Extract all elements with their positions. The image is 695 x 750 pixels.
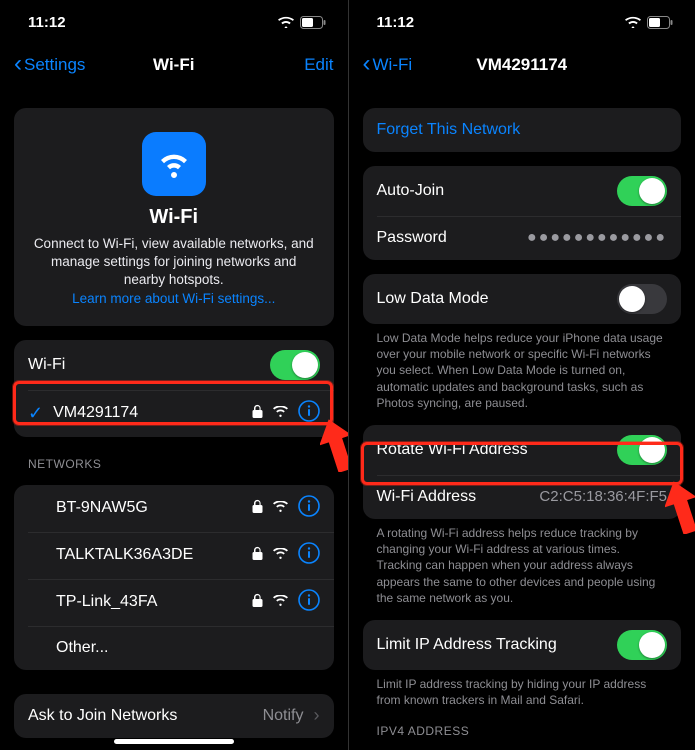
- wifi-toggle-label: Wi-Fi: [28, 356, 65, 374]
- rotate-help: A rotating Wi-Fi address helps reduce tr…: [363, 519, 682, 606]
- password-row[interactable]: Password ●●●●●●●●●●●●: [363, 216, 682, 260]
- hero-title: Wi-Fi: [32, 206, 316, 229]
- auto-join-label: Auto-Join: [377, 182, 445, 200]
- rotate-label: Rotate Wi-Fi Address: [377, 441, 528, 459]
- low-data-label: Low Data Mode: [377, 290, 489, 308]
- status-bar: 11:12: [349, 0, 695, 44]
- back-label: Wi-Fi: [373, 55, 413, 75]
- auto-join-toggle[interactable]: [617, 176, 667, 206]
- networks-header: NETWORKS: [28, 457, 334, 471]
- password-label: Password: [377, 229, 447, 247]
- network-name: BT-9NAW5G: [56, 499, 148, 517]
- limit-help: Limit IP address tracking by hiding your…: [363, 670, 682, 708]
- info-icon[interactable]: [298, 589, 320, 616]
- info-icon[interactable]: [298, 542, 320, 569]
- signal-icon: [273, 546, 288, 564]
- signal-icon: [273, 499, 288, 517]
- ask-to-join-row[interactable]: Ask to Join Networks Notify ›: [14, 694, 334, 738]
- wifi-hero-card: Wi-Fi Connect to Wi-Fi, view available n…: [14, 108, 334, 326]
- chevron-left-icon: ‹: [14, 52, 22, 76]
- back-button[interactable]: ‹ Wi-Fi: [363, 53, 413, 77]
- status-right: [625, 16, 673, 29]
- other-label: Other...: [56, 639, 108, 657]
- network-row[interactable]: TP-Link_43FA: [14, 579, 334, 626]
- ipv4-header: IPV4 ADDRESS: [377, 724, 682, 738]
- limit-ip-tracking-row: Limit IP Address Tracking: [363, 620, 682, 670]
- info-icon[interactable]: [298, 400, 320, 427]
- network-row[interactable]: TALKTALK36A3DE: [14, 532, 334, 579]
- back-label: Settings: [24, 55, 85, 75]
- rotate-wifi-address-row: Rotate Wi-Fi Address: [363, 425, 682, 475]
- lock-icon: [252, 499, 263, 518]
- status-bar: 11:12: [0, 0, 348, 44]
- status-time: 11:12: [377, 14, 415, 31]
- edit-button[interactable]: Edit: [304, 55, 333, 75]
- status-right: [278, 16, 326, 29]
- status-battery-icon: [647, 16, 673, 29]
- wifi-app-icon: [142, 132, 206, 196]
- ask-value: Notify: [263, 707, 304, 725]
- other-network-row[interactable]: Other...: [14, 626, 334, 670]
- limit-label: Limit IP Address Tracking: [377, 636, 557, 654]
- wifi-address-value: C2:C5:18:36:4F:F5: [539, 488, 667, 505]
- network-row[interactable]: BT-9NAW5G: [14, 485, 334, 532]
- lock-icon: [252, 404, 263, 423]
- low-data-mode-row: Low Data Mode: [363, 274, 682, 324]
- auto-join-row: Auto-Join: [363, 166, 682, 216]
- checkmark-icon: ✓: [28, 403, 43, 424]
- low-data-help: Low Data Mode helps reduce your iPhone d…: [363, 324, 682, 411]
- left-screenshot: 11:12 ‹ Settings Wi-Fi Edit Wi-Fi Connec…: [0, 0, 348, 750]
- wifi-address-row: Wi-Fi Address C2:C5:18:36:4F:F5: [363, 475, 682, 519]
- wifi-toggle[interactable]: [270, 350, 320, 380]
- status-wifi-icon: [278, 16, 294, 28]
- ask-label: Ask to Join Networks: [28, 707, 177, 725]
- home-indicator: [114, 739, 234, 744]
- wifi-address-label: Wi-Fi Address: [377, 488, 477, 506]
- lock-icon: [252, 593, 263, 612]
- limit-toggle[interactable]: [617, 630, 667, 660]
- forget-label: Forget This Network: [377, 121, 521, 139]
- status-battery-icon: [300, 16, 326, 29]
- status-time: 11:12: [28, 14, 66, 31]
- password-mask: ●●●●●●●●●●●●: [527, 229, 667, 247]
- connected-network-name: VM4291174: [53, 404, 138, 422]
- status-wifi-icon: [625, 16, 641, 28]
- networks-list: BT-9NAW5G TALKTALK36A3DE TP-Link_43FA: [14, 485, 334, 670]
- signal-icon: [273, 593, 288, 611]
- network-name: TALKTALK36A3DE: [56, 546, 193, 564]
- connected-network-row[interactable]: ✓ VM4291174: [14, 390, 334, 437]
- rotate-toggle[interactable]: [617, 435, 667, 465]
- signal-icon: [273, 404, 288, 422]
- forget-network-button[interactable]: Forget This Network: [363, 108, 682, 152]
- hero-body: Connect to Wi-Fi, view available network…: [32, 235, 316, 290]
- lock-icon: [252, 546, 263, 565]
- nav-bar: ‹ Wi-Fi VM4291174: [349, 44, 695, 86]
- low-data-toggle[interactable]: [617, 284, 667, 314]
- chevron-right-icon: ›: [314, 705, 320, 726]
- wifi-master-toggle-row: Wi-Fi: [14, 340, 334, 390]
- hero-learn-more-link[interactable]: Learn more about Wi-Fi settings...: [72, 291, 275, 306]
- chevron-left-icon: ‹: [363, 52, 371, 76]
- back-button[interactable]: ‹ Settings: [14, 53, 85, 77]
- nav-bar: ‹ Settings Wi-Fi Edit: [0, 44, 348, 86]
- network-name: TP-Link_43FA: [56, 593, 157, 611]
- right-screenshot: 11:12 ‹ Wi-Fi VM4291174 Forget This Netw…: [348, 0, 695, 750]
- info-icon[interactable]: [298, 495, 320, 522]
